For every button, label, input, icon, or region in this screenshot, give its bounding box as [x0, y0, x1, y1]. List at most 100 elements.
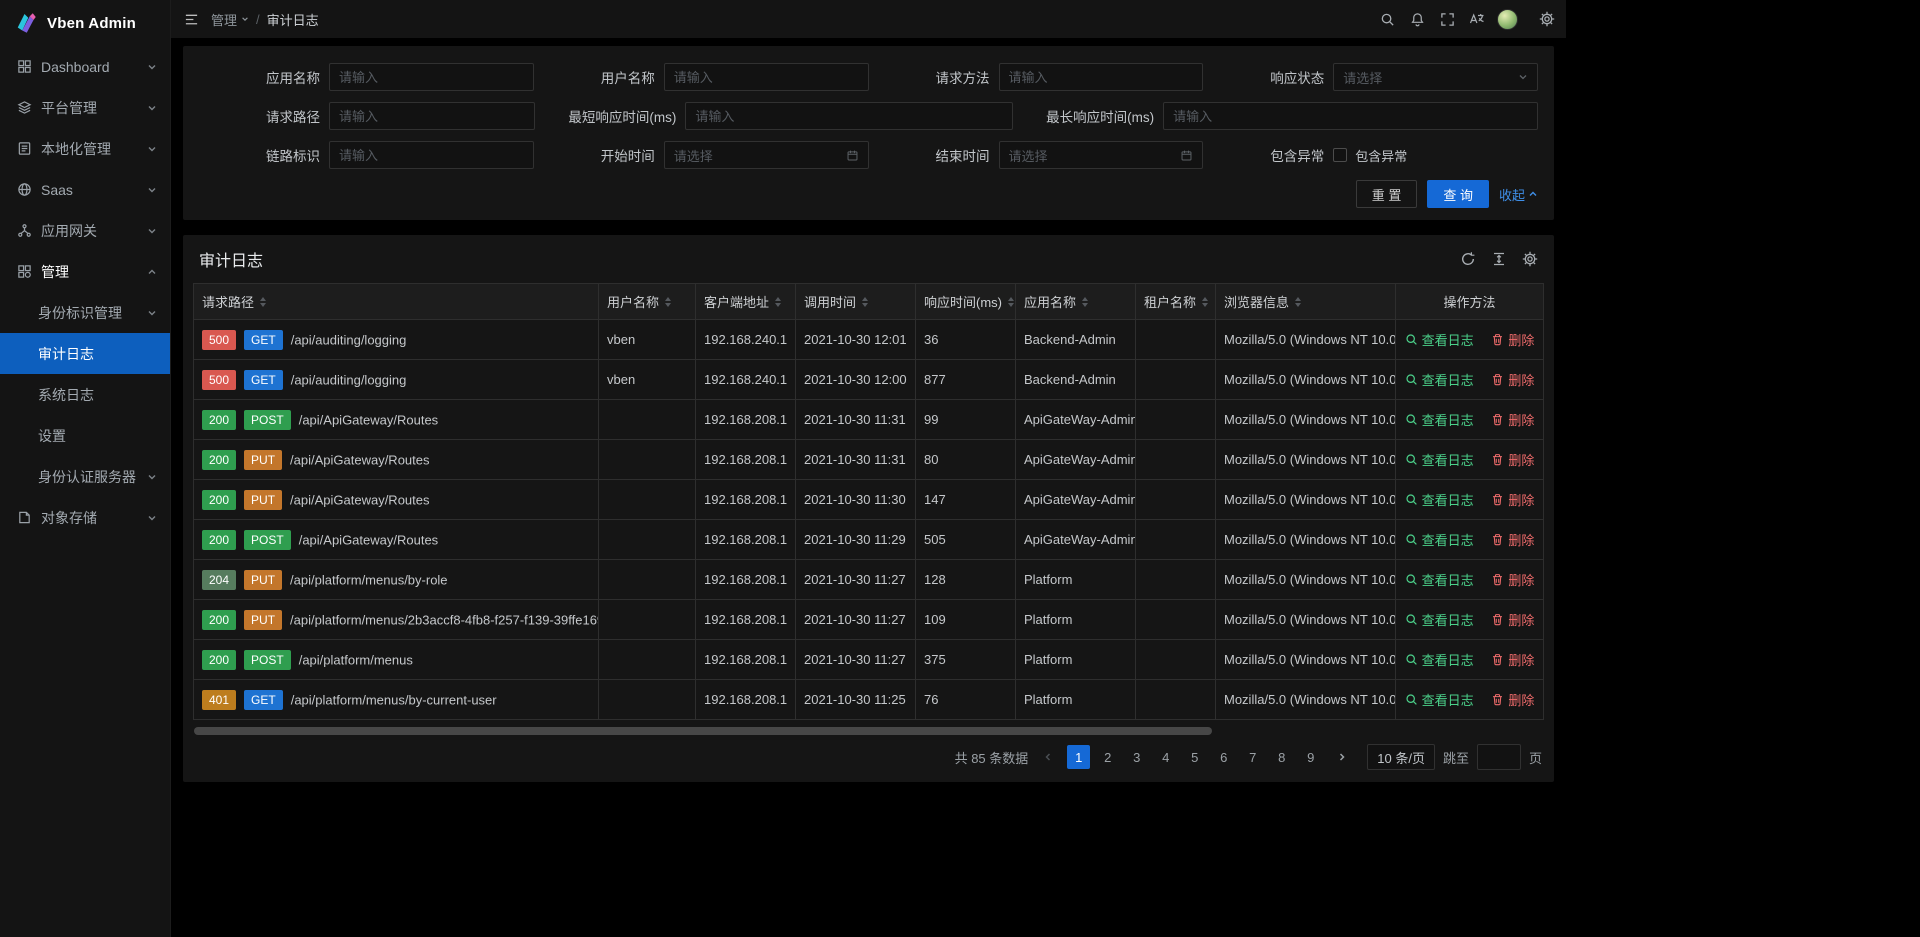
app-name-input[interactable]	[329, 63, 534, 91]
scrollbar-thumb[interactable]	[194, 727, 1212, 735]
include-exception-checkbox[interactable]	[1333, 148, 1347, 162]
magnifier-icon	[1405, 533, 1418, 546]
jump-page-input[interactable]	[1477, 744, 1521, 770]
page-button[interactable]: 6	[1212, 745, 1235, 769]
http-status-select[interactable]: 请选择	[1333, 63, 1538, 91]
page-button[interactable]: 9	[1299, 745, 1322, 769]
delete-button[interactable]: 删除	[1491, 570, 1534, 589]
settings-gear-icon[interactable]	[1532, 0, 1562, 38]
page-button[interactable]: 2	[1096, 745, 1119, 769]
sidebar-item-app-gateway[interactable]: 应用网关	[0, 210, 170, 251]
column-settings-gear-icon[interactable]	[1522, 251, 1538, 267]
page-button[interactable]: 8	[1270, 745, 1293, 769]
query-button[interactable]: 查 询	[1427, 180, 1489, 208]
http-method-input[interactable]	[999, 63, 1204, 91]
view-log-button[interactable]: 查看日志	[1405, 450, 1474, 469]
view-log-button[interactable]: 查看日志	[1405, 650, 1474, 669]
delete-button[interactable]: 删除	[1491, 330, 1534, 349]
collapse-button[interactable]: 收起	[1499, 185, 1538, 204]
request-path: /api/ApiGateway/Routes	[290, 492, 429, 507]
page-button[interactable]: 7	[1241, 745, 1264, 769]
notification-bell-icon[interactable]	[1402, 0, 1432, 38]
app-logo[interactable]: Vben Admin	[0, 0, 170, 46]
user-avatar[interactable]	[1492, 0, 1522, 38]
next-page-button[interactable]	[1330, 745, 1353, 769]
delete-button[interactable]: 删除	[1491, 690, 1534, 709]
client-address-cell: 192.168.208.1	[696, 680, 796, 720]
page-button[interactable]: 3	[1125, 745, 1148, 769]
delete-button[interactable]: 删除	[1491, 610, 1534, 629]
view-log-button[interactable]: 查看日志	[1405, 410, 1474, 429]
sidebar-item-localization[interactable]: 本地化管理	[0, 128, 170, 169]
end-time-datepicker[interactable]: 请选择	[999, 141, 1204, 169]
page-size-select[interactable]: 10 条/页	[1367, 744, 1435, 770]
sidebar-item-audit-log[interactable]: 审计日志	[0, 333, 170, 374]
sort-icon[interactable]	[665, 297, 671, 307]
field-include-exception: 包含异常 包含异常	[1203, 141, 1538, 169]
delete-button[interactable]: 删除	[1491, 490, 1534, 509]
view-log-button[interactable]: 查看日志	[1405, 690, 1474, 709]
table-title: 审计日志	[199, 247, 263, 271]
filter-panel: 应用名称 用户名称 请求方法 响应状态 请选择	[183, 46, 1554, 220]
breadcrumb-root[interactable]: 管理	[211, 10, 249, 29]
delete-button[interactable]: 删除	[1491, 650, 1534, 669]
sort-icon[interactable]	[862, 297, 868, 307]
sidebar-item-system-log[interactable]: 系统日志	[0, 374, 170, 415]
menu-label: 身份认证服务器	[38, 467, 147, 487]
menu-fold-icon[interactable]	[171, 0, 211, 38]
status-code-badge: 500	[202, 370, 236, 390]
search-icon[interactable]	[1372, 0, 1402, 38]
sidebar-item-platform-management[interactable]: 平台管理	[0, 87, 170, 128]
sort-icon[interactable]	[1202, 297, 1208, 307]
row-height-icon[interactable]	[1491, 251, 1507, 267]
status-code-badge: 200	[202, 610, 236, 630]
page-button[interactable]: 1	[1067, 745, 1090, 769]
table-row: 200POST/api/ApiGateway/Routes 192.168.20…	[194, 400, 1544, 440]
start-time-datepicker[interactable]: 请选择	[664, 141, 869, 169]
sort-icon[interactable]	[260, 297, 266, 307]
sort-icon[interactable]	[1295, 297, 1301, 307]
sidebar-item-management[interactable]: 管理	[0, 251, 170, 292]
sidebar-item-saas[interactable]: Saas	[0, 169, 170, 210]
view-log-button[interactable]: 查看日志	[1405, 330, 1474, 349]
translate-icon[interactable]	[1462, 0, 1492, 38]
request-path-input[interactable]	[329, 102, 535, 130]
view-log-button[interactable]: 查看日志	[1405, 570, 1474, 589]
max-response-input[interactable]	[1163, 102, 1538, 130]
app-name-cell: Platform	[1016, 680, 1136, 720]
delete-button[interactable]: 删除	[1491, 530, 1534, 549]
view-log-button[interactable]: 查看日志	[1405, 490, 1474, 509]
tenant-name-cell	[1136, 440, 1216, 480]
sidebar-item-identity-management[interactable]: 身份标识管理	[0, 292, 170, 333]
menu-label: 身份标识管理	[38, 303, 147, 323]
trash-icon	[1491, 533, 1504, 546]
menu-label: Saas	[41, 182, 147, 198]
sort-icon[interactable]	[775, 297, 781, 307]
sort-icon[interactable]	[1008, 297, 1014, 307]
horizontal-scrollbar[interactable]	[194, 727, 1543, 735]
sidebar-item-settings[interactable]: 设置	[0, 415, 170, 456]
field-end-time: 结束时间 请选择	[869, 141, 1204, 169]
sidebar-item-object-storage[interactable]: 对象存储	[0, 497, 170, 538]
reset-button[interactable]: 重 置	[1356, 180, 1418, 208]
delete-button[interactable]: 删除	[1491, 410, 1534, 429]
sort-icon[interactable]	[1082, 297, 1088, 307]
calendar-icon	[1180, 149, 1193, 162]
sidebar-item-auth-server[interactable]: 身份认证服务器	[0, 456, 170, 497]
refresh-icon[interactable]	[1460, 251, 1476, 267]
user-name-cell	[599, 640, 696, 680]
view-log-button[interactable]: 查看日志	[1405, 610, 1474, 629]
col-call-time: 调用时间	[796, 284, 916, 320]
fullscreen-icon[interactable]	[1432, 0, 1462, 38]
page-button[interactable]: 5	[1183, 745, 1206, 769]
delete-button[interactable]: 删除	[1491, 370, 1534, 389]
page-button[interactable]: 4	[1154, 745, 1177, 769]
delete-button[interactable]: 删除	[1491, 450, 1534, 469]
prev-page-button[interactable]	[1036, 745, 1059, 769]
view-log-button[interactable]: 查看日志	[1405, 370, 1474, 389]
sidebar-item-dashboard[interactable]: Dashboard	[0, 46, 170, 87]
view-log-button[interactable]: 查看日志	[1405, 530, 1474, 549]
user-name-input[interactable]	[664, 63, 869, 91]
trace-id-input[interactable]	[329, 141, 534, 169]
min-response-input[interactable]	[685, 102, 1013, 130]
